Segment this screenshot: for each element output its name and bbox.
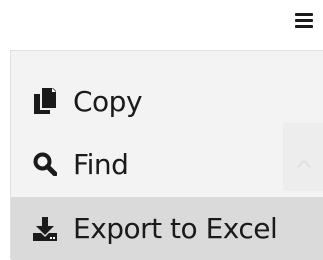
menu-item-copy[interactable]: Copy <box>11 75 323 127</box>
context-menu: Copy Find Export to Excel <box>10 50 323 260</box>
search-icon <box>33 151 57 177</box>
menu-item-label: Export to Excel <box>73 212 278 245</box>
copy-icon <box>33 88 57 114</box>
menu-item-find[interactable]: Find <box>11 138 323 190</box>
hamburger-menu-icon[interactable] <box>294 11 314 29</box>
menu-item-export-to-excel[interactable]: Export to Excel <box>11 197 323 260</box>
download-icon <box>33 216 57 242</box>
menu-item-label: Copy <box>73 84 143 118</box>
menu-item-label: Find <box>73 147 129 181</box>
